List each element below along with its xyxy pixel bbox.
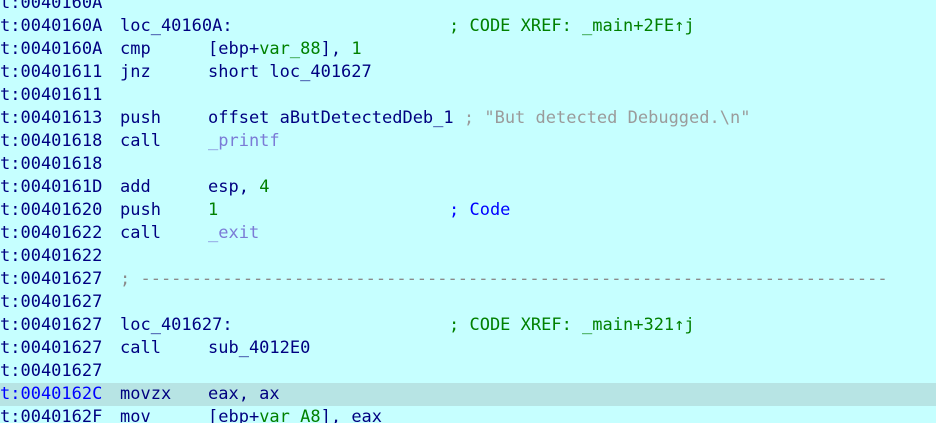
code-label[interactable]: loc_401627: (120, 314, 233, 337)
operand-text: [ebp+ (208, 39, 260, 59)
function-reference[interactable]: _printf (208, 131, 280, 151)
instruction-operands[interactable]: eax, ax (208, 383, 280, 406)
line-address[interactable]: t:00401618 (0, 153, 102, 176)
line-address[interactable]: t:00401618 (0, 130, 102, 153)
listing-line[interactable]: t:00401627 loc_401627: ; CODE XREF: _main+… (0, 314, 936, 337)
code-label[interactable]: loc_40160A: (120, 15, 233, 38)
function-reference[interactable]: _exit (208, 223, 259, 243)
instruction-mnemonic[interactable]: call (120, 222, 161, 245)
line-address[interactable]: t:00401627 (0, 337, 102, 360)
operand-text: esp, (208, 177, 260, 197)
line-comment: ; CODE XREF: _main+2FE↑j (449, 16, 695, 36)
operand-text[interactable]: sub_4012E0 (208, 338, 310, 358)
instruction-operands[interactable]: [ebp+var_88], 1 (208, 38, 362, 61)
line-address[interactable]: t:0040160A (0, 0, 102, 15)
line-address[interactable]: t:00401611 (0, 84, 102, 107)
operand-text: [ebp+ (208, 407, 260, 423)
line-address[interactable]: t:0040161D (0, 176, 102, 199)
operand-value: 1 (351, 39, 362, 59)
instruction-operands[interactable]: 1 (208, 199, 218, 222)
listing-line[interactable]: t:00401611 jnz short loc_401627 (0, 61, 936, 84)
line-address[interactable]: t:00401627 (0, 314, 102, 337)
instruction-mnemonic[interactable]: cmp (120, 38, 151, 61)
line-address[interactable]: t:0040160A (0, 38, 102, 61)
instruction-mnemonic[interactable]: add (120, 176, 151, 199)
instruction-mnemonic[interactable]: push (120, 199, 161, 222)
instruction-mnemonic[interactable]: call (120, 130, 161, 153)
string-comment: ; "But detected Debugged.\n" (453, 108, 751, 128)
listing-line[interactable]: t:00401627 call sub_4012E0 (0, 337, 936, 360)
instruction-operands[interactable]: short loc_401627 (208, 61, 372, 84)
line-address[interactable]: t:00401622 (0, 222, 102, 245)
listing-line[interactable]: t:0040162F mov [ebp+var_A8], eax (0, 406, 936, 423)
instruction-operands[interactable]: _exit (208, 222, 259, 245)
line-comment: ; Code (449, 200, 511, 220)
operand-text: ], (320, 39, 352, 59)
listing-line[interactable]: t:00401627 (0, 360, 936, 383)
listing-line[interactable]: t:0040161D add esp, 4 (0, 176, 936, 199)
operand-text: eax, ax (208, 384, 280, 404)
line-address[interactable]: t:0040162F (0, 406, 102, 423)
line-address[interactable]: t:00401611 (0, 61, 102, 84)
instruction-mnemonic[interactable]: call (120, 337, 161, 360)
listing-line[interactable]: t:00401622 (0, 245, 936, 268)
listing-line[interactable]: t:00401627 (0, 291, 936, 314)
instruction-operands[interactable]: _printf (208, 130, 280, 153)
instruction-mnemonic[interactable]: jnz (120, 61, 151, 84)
listing-line[interactable]: t:00401618 (0, 153, 936, 176)
line-address[interactable]: t:00401627 (0, 268, 102, 291)
listing-line[interactable]: t:00401620 push 1 ; Code (0, 199, 936, 222)
line-address[interactable]: t:00401627 (0, 360, 102, 383)
listing-line[interactable]: t:0040160A cmp [ebp+var_88], 1 (0, 38, 936, 61)
listing-line[interactable]: t:0040160A (0, 0, 936, 15)
operand-text[interactable]: offset aButDetectedDeb_1 (208, 108, 454, 128)
listing-line[interactable]: t:00401613 push offset aButDetectedDeb_1 ;… (0, 107, 936, 130)
instruction-mnemonic[interactable]: push (120, 107, 161, 130)
line-address[interactable]: t:00401613 (0, 107, 102, 130)
operand-value: var_A8 (259, 407, 321, 423)
line-address[interactable]: t:00401622 (0, 245, 102, 268)
instruction-operands[interactable]: offset aButDetectedDeb_1 ; "But detected… (208, 107, 750, 130)
line-address[interactable]: t:00401627 (0, 291, 102, 314)
line-address[interactable]: t:0040160A (0, 15, 102, 38)
instruction-mnemonic[interactable]: mov (120, 406, 151, 423)
listing-line[interactable]: t:00401622 call _exit (0, 222, 936, 245)
line-address[interactable]: t:00401620 (0, 199, 102, 222)
instruction-operands[interactable]: esp, 4 (208, 176, 269, 199)
operand-text[interactable]: short loc_401627 (208, 62, 372, 82)
instruction-mnemonic[interactable]: movzx (120, 383, 171, 406)
listing-line[interactable]: t:00401618 call _printf (0, 130, 936, 153)
listing-line[interactable]: t:00401611 (0, 84, 936, 107)
listing-line[interactable]: t:00401627 ; ----------------------------… (0, 268, 936, 291)
separator-line: ; --------------------------------------… (120, 269, 888, 289)
operand-value: 1 (208, 200, 219, 220)
operand-value: var_88 (259, 39, 321, 59)
listing-line[interactable]: t:0040160A loc_40160A: ; CODE XREF: _main+… (0, 15, 936, 38)
line-address[interactable]: t:0040162C (0, 383, 102, 406)
current-listing-line[interactable]: t:0040162C movzx eax, ax (0, 383, 936, 406)
line-comment: ; CODE XREF: _main+321↑j (449, 315, 695, 335)
instruction-operands[interactable]: [ebp+var_A8], eax (208, 406, 382, 423)
operand-value: 4 (259, 177, 270, 197)
instruction-operands[interactable]: sub_4012E0 (208, 337, 310, 360)
operand-text: ], eax (320, 407, 383, 423)
disassembly-listing[interactable]: t:0040160A t:0040160A loc_40160A:; CODE XR… (0, 0, 936, 423)
